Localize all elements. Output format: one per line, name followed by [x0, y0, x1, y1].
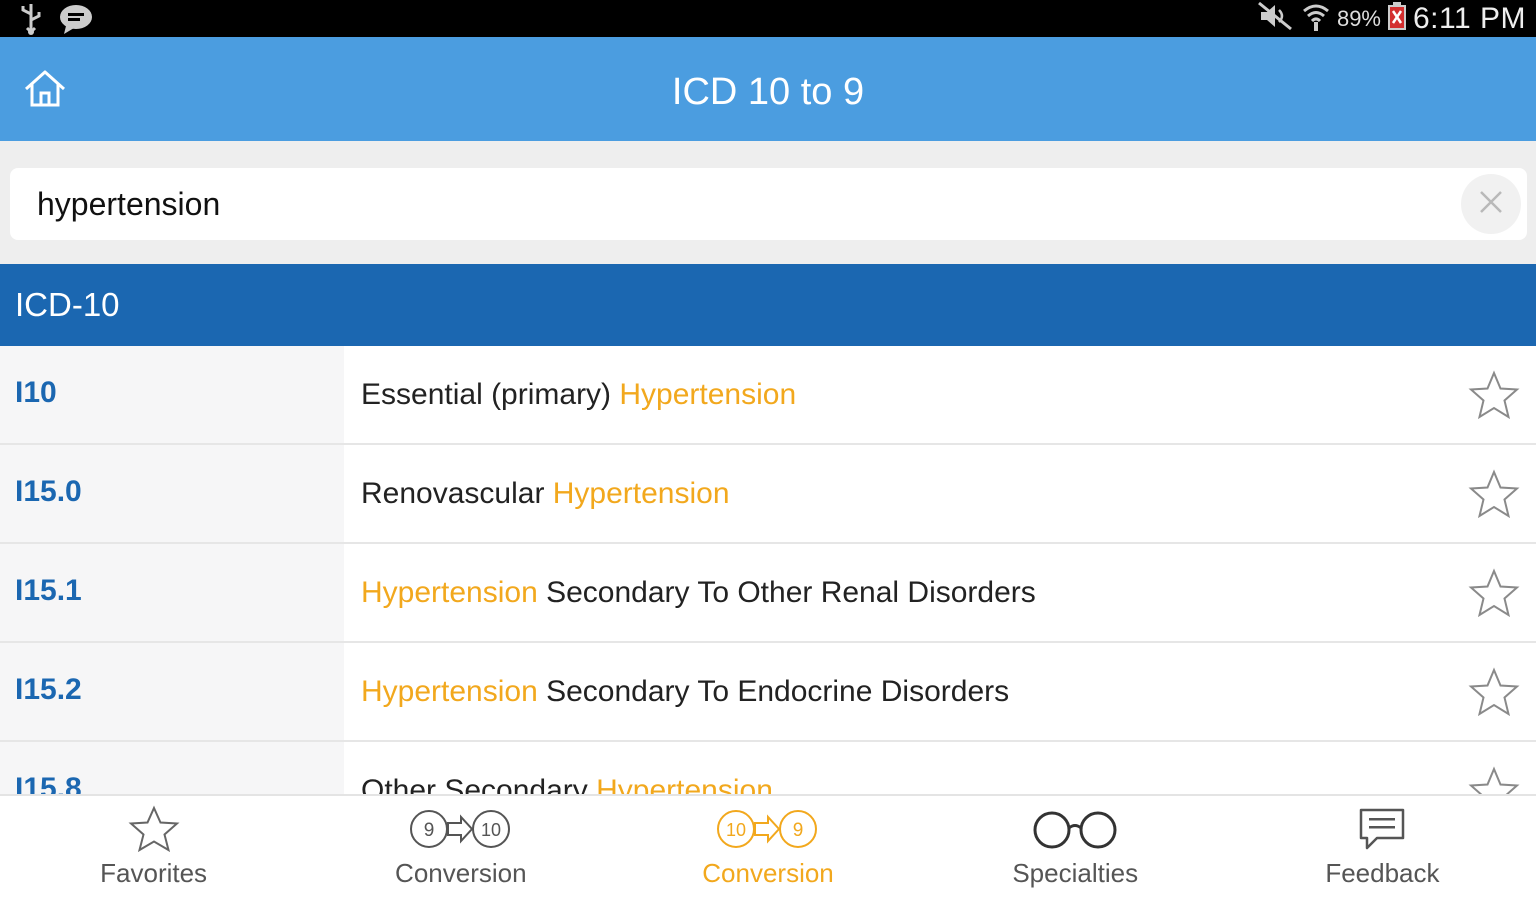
- nav-specialties[interactable]: Specialties: [922, 796, 1229, 900]
- usb-icon: [18, 2, 44, 41]
- page-title: ICD 10 to 9: [671, 71, 865, 113]
- favorite-star-icon[interactable]: [1468, 766, 1520, 794]
- code-description: Hypertension Secondary To Other Renal Di…: [361, 576, 1036, 609]
- search-highlight: Hypertension: [596, 774, 773, 794]
- list-item[interactable]: I10 Essential (primary) Hypertension: [0, 346, 1536, 445]
- status-bar-left: [18, 2, 94, 41]
- results-list[interactable]: I10 Essential (primary) Hypertension I15…: [0, 346, 1536, 794]
- star-icon: [0, 804, 307, 854]
- icd-code: I10: [15, 376, 57, 409]
- icd-code: I15.8: [15, 772, 82, 794]
- nav-label: Feedback: [1325, 858, 1440, 888]
- search-box: [10, 168, 1527, 240]
- nav-label: Favorites: [100, 858, 208, 888]
- favorite-star-icon[interactable]: [1468, 469, 1520, 519]
- favorite-star-icon[interactable]: [1468, 370, 1520, 420]
- status-bar-right: 89% 6:11 PM: [1257, 0, 1526, 37]
- favorite-star-icon[interactable]: [1468, 667, 1520, 717]
- glasses-icon: [922, 804, 1229, 854]
- icd-code: I15.1: [15, 574, 82, 607]
- search-highlight: Hypertension: [361, 675, 538, 708]
- status-bar: 89% 6:11 PM: [0, 0, 1536, 37]
- svg-text:10: 10: [481, 820, 501, 840]
- list-item[interactable]: I15.2 Hypertension Secondary To Endocrin…: [0, 643, 1536, 742]
- favorite-star-icon[interactable]: [1468, 568, 1520, 618]
- nav-label: Conversion: [702, 858, 834, 888]
- nav-favorites[interactable]: Favorites: [0, 796, 307, 900]
- bottom-nav: Favorites 9 10 Conversion 10 9 Conversio…: [0, 794, 1536, 900]
- message-icon: [58, 2, 94, 41]
- clock: 6:11 PM: [1413, 1, 1526, 35]
- code-description: Other Secondary Hypertension: [361, 774, 773, 794]
- nav-label: Conversion: [395, 858, 527, 888]
- battery-percent: 89%: [1336, 5, 1381, 31]
- close-icon: [1478, 189, 1504, 220]
- list-item[interactable]: I15.1 Hypertension Secondary To Other Re…: [0, 544, 1536, 643]
- conversion-9-to-10-icon: 9 10: [307, 804, 614, 854]
- nav-feedback[interactable]: Feedback: [1229, 796, 1536, 900]
- section-header: ICD-10: [0, 264, 1536, 346]
- search-highlight: Hypertension: [619, 378, 797, 411]
- svg-text:9: 9: [793, 820, 804, 841]
- list-item[interactable]: I15.0 Renovascular Hypertension: [0, 445, 1536, 544]
- search-highlight: Hypertension: [552, 477, 730, 510]
- clear-search-button[interactable]: [1461, 174, 1521, 234]
- icd-code: I15.2: [15, 673, 82, 706]
- code-description: Renovascular Hypertension: [361, 477, 730, 510]
- nav-conversion-9-to-10[interactable]: 9 10 Conversion: [307, 796, 614, 900]
- search-highlight: Hypertension: [361, 576, 538, 609]
- list-item[interactable]: I15.8 Other Secondary Hypertension: [0, 742, 1536, 794]
- search-input[interactable]: [37, 180, 1437, 228]
- nav-label: Specialties: [1012, 858, 1139, 888]
- conversion-10-to-9-icon: 10 9: [614, 804, 921, 854]
- svg-text:9: 9: [424, 820, 435, 841]
- code-description: Hypertension Secondary To Endocrine Diso…: [361, 675, 1010, 708]
- icd-code: I15.0: [15, 475, 82, 508]
- app-bar: ICD 10 to 9: [0, 37, 1536, 141]
- mute-icon: [1257, 1, 1295, 36]
- svg-text:10: 10: [726, 820, 746, 840]
- code-description: Essential (primary) Hypertension: [361, 378, 797, 411]
- wifi-icon: [1301, 1, 1331, 36]
- search-area: [0, 141, 1536, 264]
- battery-icon: [1387, 1, 1407, 36]
- nav-conversion-10-to-9[interactable]: 10 9 Conversion: [614, 796, 921, 900]
- speech-bubble-icon: [1229, 804, 1536, 854]
